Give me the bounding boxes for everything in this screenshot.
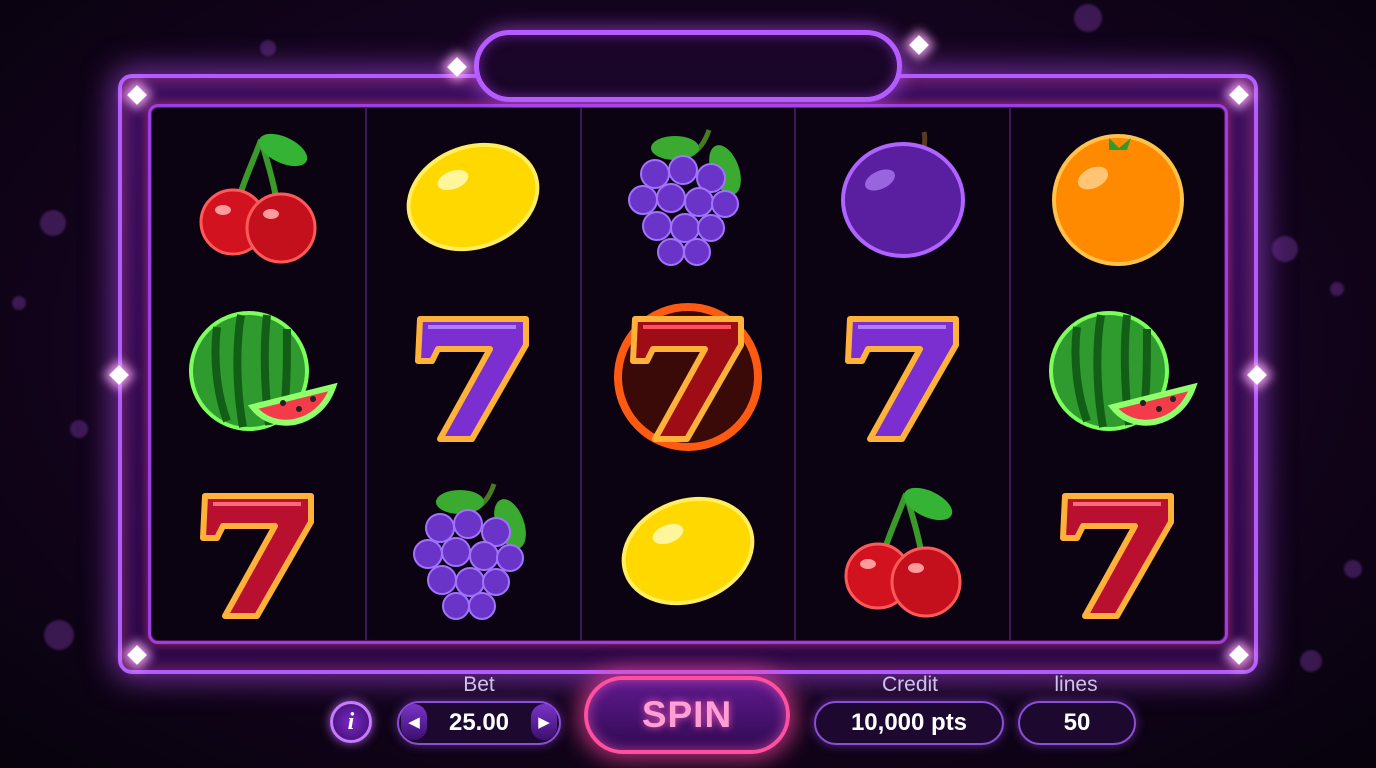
cherry-icon [828,476,978,626]
lemon-icon [613,476,763,626]
flaming-seven-icon [613,299,763,451]
purple-seven-icon [828,299,978,449]
credit-display: 10,000 pts [814,701,1004,745]
bet-value: 25.00 [448,709,510,736]
orange-icon [1043,122,1193,272]
bokeh-light [1300,650,1322,672]
lines-value: 50 [1063,709,1091,736]
plaque-gem-icon [909,35,929,55]
watermelon-icon [1043,299,1198,449]
bokeh-light [260,40,276,56]
bokeh-light [1074,4,1102,32]
top-title-plaque [474,30,902,102]
bokeh-light [40,210,66,236]
reel-5 [1011,108,1224,640]
chevron-left-icon: ◀ [408,714,420,731]
lines-display: 50 [1018,701,1136,745]
bokeh-light [44,620,74,650]
reel-2 [367,108,582,640]
plum-icon [828,122,978,272]
cherry-icon [183,122,333,272]
reel-3 [582,108,797,640]
spin-button[interactable]: SPIN [584,676,790,754]
bet-label: Bet [463,673,495,696]
red-seven-icon [183,476,333,626]
credit-value: 10,000 pts [850,709,968,736]
purple-seven-icon [398,299,548,449]
bokeh-light [70,420,88,438]
bokeh-light [1330,282,1344,296]
watermelon-icon [183,299,339,449]
credit-label: Credit [881,673,939,696]
reel-1 [152,108,367,640]
reel-4 [796,108,1012,640]
chevron-right-icon: ▶ [538,714,550,731]
info-button[interactable]: i [330,701,372,743]
grapes-icon [613,122,763,272]
lines-label: lines [1054,673,1098,696]
bokeh-light [12,296,26,310]
lemon-icon [398,122,548,272]
bokeh-light [1272,236,1298,262]
grapes-icon [398,476,548,626]
reels-window [152,108,1224,640]
bokeh-light [1344,560,1362,578]
bet-increase-button[interactable]: ▶ [531,704,557,740]
red-seven-icon [1043,476,1193,626]
bet-decrease-button[interactable]: ◀ [401,704,427,740]
